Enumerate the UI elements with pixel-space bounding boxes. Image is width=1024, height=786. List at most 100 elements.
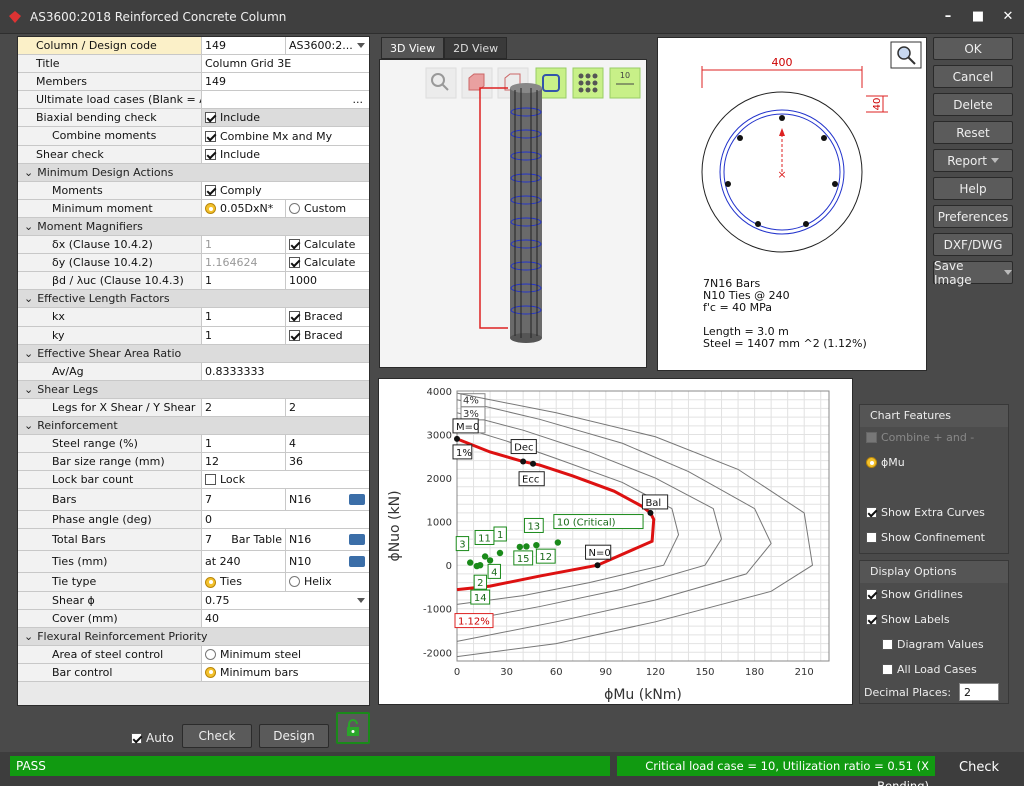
diagram-values-checkbox[interactable] [882, 639, 893, 650]
ky-input[interactable]: 1 [202, 326, 286, 344]
row-design-code[interactable]: Column / Design code 149 AS3600:2... [18, 37, 369, 56]
gridlines-checkbox[interactable] [866, 589, 877, 600]
combine-checkbox[interactable] [205, 130, 216, 142]
section-length[interactable]: ⌄ Effective Length Factors [18, 290, 369, 309]
close-icon[interactable]: ✕ [1000, 8, 1016, 24]
tie-type-ties-radio[interactable] [205, 576, 216, 588]
book-icon[interactable] [349, 534, 365, 546]
unlock-icon [347, 719, 359, 736]
row-shear-check[interactable]: Shear check Include [18, 145, 369, 164]
bar-control-radio[interactable] [205, 666, 216, 678]
section-reinforcement[interactable]: ⌄ Reinforcement [18, 416, 369, 436]
decimal-places-input[interactable]: 2 [959, 683, 1000, 701]
labels-checkbox[interactable] [866, 614, 877, 625]
preferences-button[interactable]: Preferences [933, 205, 1013, 228]
kx-input[interactable]: 1 [202, 308, 286, 326]
section-shear-area[interactable]: ⌄ Effective Shear Area Ratio [18, 344, 369, 363]
collapse-icon[interactable]: ⌄ [24, 381, 33, 398]
bars-grid-icon [578, 73, 598, 93]
row-biaxial[interactable]: Biaxial bending check Include [18, 109, 369, 128]
dy-input[interactable]: 1.164624 [202, 254, 286, 272]
collapse-icon[interactable]: ⌄ [24, 345, 33, 362]
tie-type-helix-radio[interactable] [289, 576, 300, 588]
collapse-icon[interactable]: ⌄ [24, 164, 33, 181]
lock-checkbox[interactable] [205, 474, 216, 486]
section-magnifiers[interactable]: ⌄ Moment Magnifiers [18, 217, 369, 237]
minmoment-radio-b[interactable] [289, 202, 300, 214]
steel-min-input[interactable]: 1 [202, 435, 286, 453]
load-case-point [533, 541, 540, 549]
avag-input[interactable]: 0.8333333 [202, 363, 369, 380]
save-image-button[interactable]: Save Image [933, 259, 1013, 287]
delete-button[interactable]: Delete [933, 93, 1013, 116]
tab-3d-view[interactable]: 3D View [381, 37, 445, 59]
section-shear-legs[interactable]: ⌄ Shear Legs [18, 380, 369, 399]
dx-input[interactable]: 1 [202, 236, 286, 254]
section-flex[interactable]: ⌄ Flexural Reinforcement Priority [18, 627, 369, 646]
3d-view-panel[interactable]: 10 [379, 59, 647, 368]
book-icon[interactable] [349, 556, 365, 568]
unlock-button[interactable] [336, 712, 370, 744]
collapse-icon[interactable]: ⌄ [24, 218, 33, 235]
status-check-button[interactable]: Check [942, 752, 1016, 782]
dx-calc-checkbox[interactable] [289, 239, 300, 251]
biaxial-checkbox[interactable] [205, 112, 216, 124]
dxf-button[interactable]: DXF/DWG [933, 233, 1013, 256]
shear-check-checkbox[interactable] [205, 148, 216, 160]
all-load-cases-checkbox[interactable] [882, 664, 893, 675]
check-button[interactable]: Check [182, 724, 252, 748]
marker-label: 1.12% [458, 617, 490, 628]
section-min-actions[interactable]: ⌄ Minimum Design Actions [18, 163, 369, 182]
reset-button[interactable]: Reset [933, 121, 1013, 144]
ky-braced-checkbox[interactable] [289, 329, 300, 341]
ellipsis-button[interactable]: ... [353, 93, 364, 106]
dy-calc-checkbox[interactable] [289, 257, 300, 269]
legs-y-input[interactable]: 2 [286, 399, 369, 416]
interaction-chart[interactable]: 0 30 60 90 120 150 180 210 -2000 -1000 0 1000 2000 30… [378, 378, 853, 705]
design-button[interactable]: Design [259, 724, 329, 748]
load-case-point [473, 562, 481, 570]
minimize-icon[interactable]: – [940, 8, 956, 24]
cover-input[interactable]: 40 [202, 610, 369, 627]
collapse-icon[interactable]: ⌄ [24, 628, 33, 645]
row-members[interactable]: Members 149 [18, 73, 369, 92]
barsize-min-input[interactable]: 12 [202, 453, 286, 471]
row-combine[interactable]: Combine moments Combine Mx and My [18, 127, 369, 146]
cancel-button[interactable]: Cancel [933, 65, 1013, 88]
ok-button[interactable]: OK [933, 37, 1013, 60]
moments-checkbox[interactable] [205, 184, 216, 196]
combine-pm-checkbox[interactable] [866, 432, 877, 443]
kx-braced-checkbox[interactable] [289, 311, 300, 323]
minmoment-radio-a[interactable] [205, 203, 216, 215]
collapse-icon[interactable]: ⌄ [24, 417, 33, 434]
legs-x-input[interactable]: 2 [202, 398, 286, 416]
row-title[interactable]: Title Column Grid 3E [18, 55, 369, 74]
maximize-icon[interactable]: ■ [970, 8, 986, 24]
shear-phi-select[interactable]: 0.75 [202, 592, 369, 609]
bars-input[interactable]: 7 [202, 489, 286, 511]
report-button[interactable]: Report [933, 149, 1013, 172]
auto-checkbox[interactable] [131, 732, 142, 744]
row-ult-cases[interactable]: Ultimate load cases (Blank = All)... [18, 91, 369, 110]
confinement-checkbox[interactable] [866, 532, 877, 543]
extra-curves-checkbox[interactable] [866, 507, 877, 518]
title-input[interactable]: Column Grid 3E [202, 55, 369, 72]
steel-max-input[interactable]: 4 [286, 435, 369, 452]
load-case-label: 4 [491, 567, 497, 578]
ties-input[interactable]: 240 [220, 555, 241, 568]
luc-input[interactable]: 1000 [286, 272, 369, 289]
zoom-tool[interactable] [425, 67, 457, 99]
auto-toggle[interactable]: Auto [131, 731, 174, 745]
collapse-icon[interactable]: ⌄ [24, 290, 33, 307]
phase-input[interactable]: 0 [202, 511, 369, 528]
area-steel-radio[interactable] [205, 648, 216, 660]
phimu-radio[interactable] [866, 457, 877, 468]
help-button[interactable]: Help [933, 177, 1013, 200]
ult-cases-input[interactable]: ... [202, 91, 369, 108]
book-icon[interactable] [349, 494, 365, 506]
tab-2d-view[interactable]: 2D View [444, 37, 508, 59]
members-input[interactable]: 149 [202, 73, 369, 90]
design-code-select[interactable]: AS3600:2... [286, 37, 369, 54]
barsize-max-input[interactable]: 36 [286, 453, 369, 470]
bd-input[interactable]: 1 [202, 272, 286, 290]
